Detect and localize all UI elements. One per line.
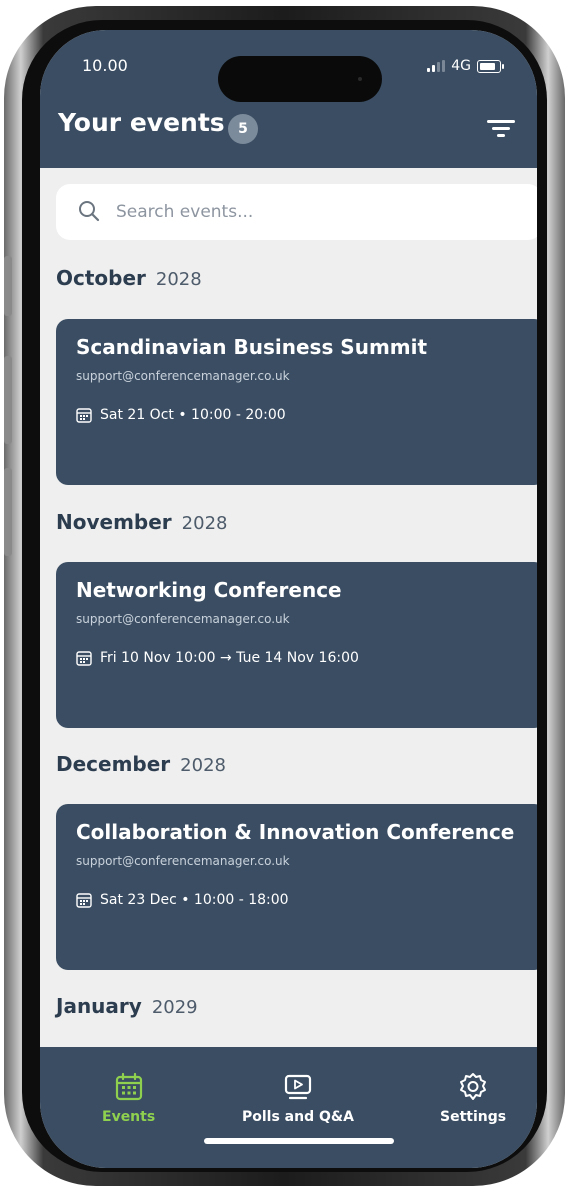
app-screen: 10.00 4G Your events 5 Search events... … xyxy=(40,30,537,1168)
month-year: 2029 xyxy=(151,997,198,1018)
nav-label-events: Events xyxy=(102,1109,156,1125)
bottom-nav: Events Polls and Q&A Settings xyxy=(40,1047,537,1168)
nav-label-polls: Polls and Q&A xyxy=(242,1109,354,1125)
event-email: support@conferencemanager.co.uk xyxy=(76,369,290,383)
volume-down-button xyxy=(4,468,12,556)
search-bar[interactable] xyxy=(56,184,537,240)
action-button xyxy=(4,256,12,316)
month-name: December xyxy=(56,752,171,776)
event-title: Scandinavian Business Summit xyxy=(76,335,428,359)
phone-frame: 10.00 4G Your events 5 Search events... … xyxy=(4,6,565,1186)
calendar-icon xyxy=(76,893,92,908)
event-card[interactable]: Collaboration & Innovation Conference su… xyxy=(56,804,537,970)
home-indicator[interactable] xyxy=(204,1138,394,1144)
month-header-january: January 2029 xyxy=(56,994,198,1018)
filter-icon[interactable] xyxy=(487,118,515,138)
month-name: January xyxy=(56,994,142,1018)
event-title: Collaboration & Innovation Conference xyxy=(76,820,515,844)
calendar-icon xyxy=(115,1072,142,1101)
event-count-badge: 5 xyxy=(228,114,258,144)
dynamic-island xyxy=(218,56,382,102)
page-title: Your events xyxy=(58,108,225,137)
nav-label-settings: Settings xyxy=(440,1109,507,1125)
search-icon xyxy=(79,201,100,222)
event-email: support@conferencemanager.co.uk xyxy=(76,612,290,626)
nav-item-settings[interactable]: Settings xyxy=(440,1071,506,1125)
event-card[interactable]: Scandinavian Business Summit support@con… xyxy=(56,319,537,485)
event-date-row: Sat 21 Oct • 10:00 - 20:00 xyxy=(76,407,286,423)
event-email: support@conferencemanager.co.uk xyxy=(76,854,290,868)
month-year: 2028 xyxy=(155,269,202,290)
network-label: 4G xyxy=(451,58,471,74)
month-name: October xyxy=(56,266,146,290)
month-header-october: October 2028 xyxy=(56,266,202,290)
calendar-icon xyxy=(76,651,92,666)
battery-icon xyxy=(477,59,504,73)
event-date: Fri 10 Nov 10:00 → Tue 14 Nov 16:00 xyxy=(100,650,359,666)
month-header-november: November 2028 xyxy=(56,510,227,534)
event-card[interactable]: Networking Conference support@conference… xyxy=(56,562,537,728)
event-title: Networking Conference xyxy=(76,578,342,602)
status-time: 10.00 xyxy=(82,56,128,75)
signal-icon xyxy=(427,60,446,72)
month-year: 2028 xyxy=(181,513,228,534)
status-indicators: 4G xyxy=(427,58,504,74)
event-date-row: Fri 10 Nov 10:00 → Tue 14 Nov 16:00 xyxy=(76,650,359,666)
nav-item-events[interactable]: Events xyxy=(102,1071,155,1125)
app-header: 10.00 4G Your events 5 xyxy=(40,30,537,168)
gear-icon xyxy=(460,1073,487,1100)
nav-item-polls[interactable]: Polls and Q&A xyxy=(242,1071,354,1125)
month-header-december: December 2028 xyxy=(56,752,226,776)
event-date: Sat 21 Oct • 10:00 - 20:00 xyxy=(100,407,286,423)
event-date: Sat 23 Dec • 10:00 - 18:00 xyxy=(100,892,289,908)
month-year: 2028 xyxy=(180,755,226,776)
event-date-row: Sat 23 Dec • 10:00 - 18:00 xyxy=(76,892,289,908)
volume-up-button xyxy=(4,356,12,444)
month-name: November xyxy=(56,510,172,534)
poll-icon xyxy=(284,1074,312,1100)
calendar-icon xyxy=(76,408,92,423)
search-input[interactable] xyxy=(114,196,498,228)
